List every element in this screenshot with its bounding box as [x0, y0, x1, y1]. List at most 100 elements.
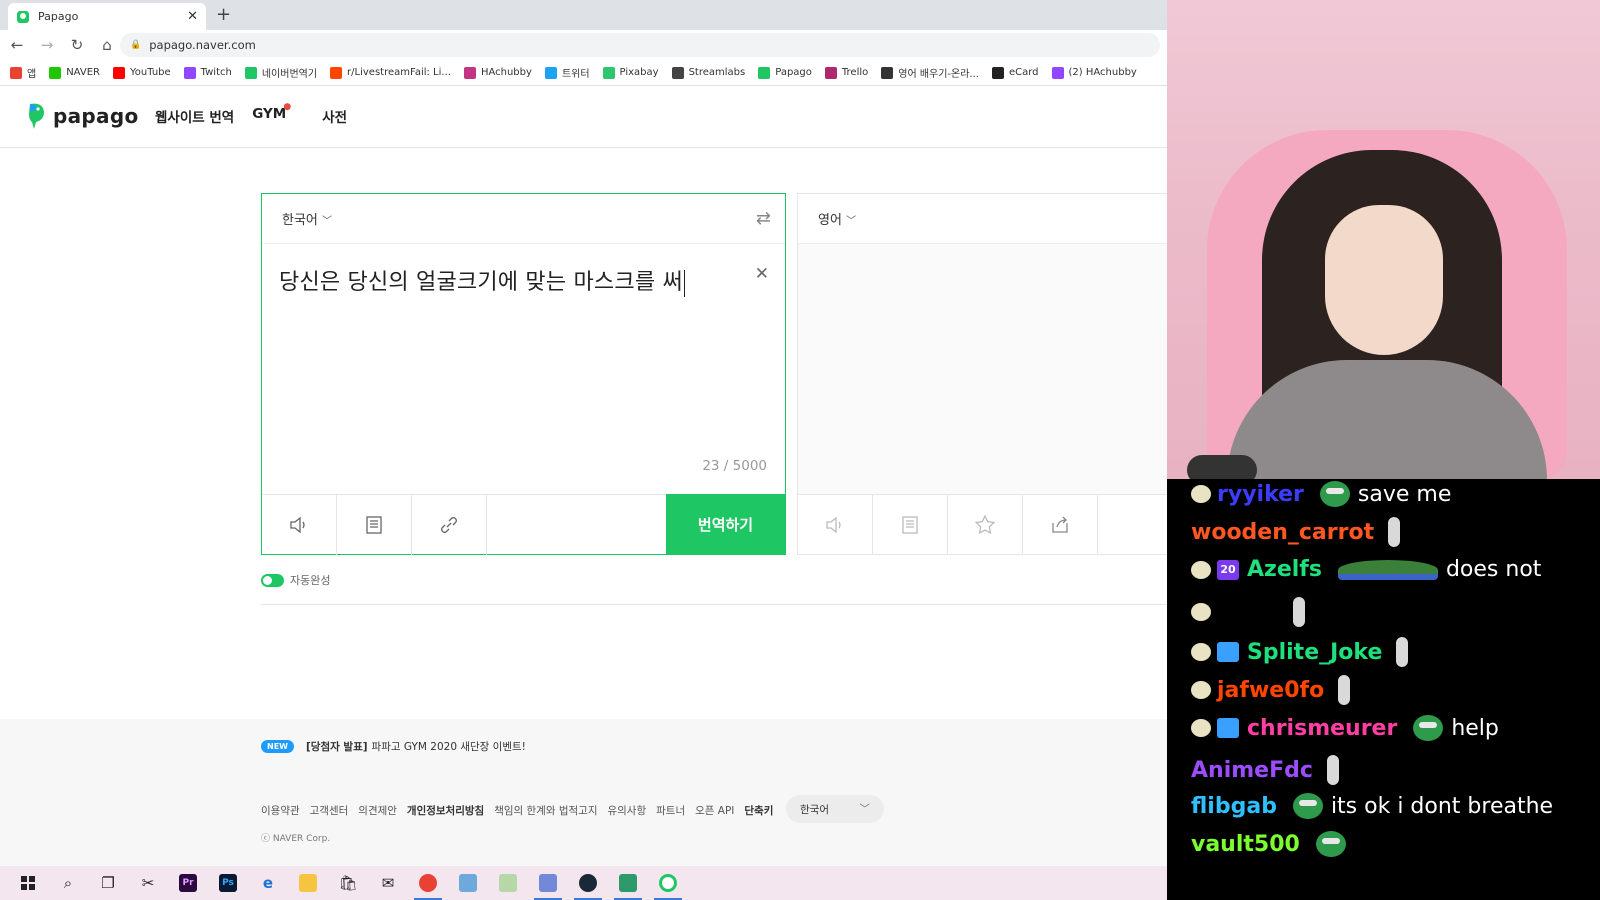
- chat-username[interactable]: chrismeurer: [1247, 716, 1397, 741]
- reload-icon[interactable]: ↻: [64, 36, 90, 54]
- store-icon[interactable]: 🛍: [328, 866, 368, 900]
- bookmark-item[interactable]: Streamlabs: [671, 66, 745, 79]
- translate-button[interactable]: 번역하기: [666, 494, 785, 554]
- bookmark-item[interactable]: HAchubby: [463, 66, 532, 79]
- search-icon[interactable]: ⌕: [48, 866, 88, 900]
- footer-link[interactable]: 유의사항: [607, 803, 646, 818]
- chat-username[interactable]: AnimeFdc: [1191, 758, 1313, 783]
- bookmark-item[interactable]: Twitch: [183, 66, 232, 79]
- favorite-button[interactable]: [948, 495, 1023, 555]
- bookmark-item[interactable]: 앱: [10, 65, 36, 80]
- tab-strip: Papago ✕ +: [0, 0, 1167, 30]
- photoshop-icon[interactable]: Ps: [208, 866, 248, 900]
- close-tab-icon[interactable]: ✕: [187, 9, 198, 24]
- mail-icon[interactable]: ✉: [368, 866, 408, 900]
- tab-papago[interactable]: Papago ✕: [8, 3, 206, 30]
- snip-tool-icon[interactable]: ✂: [128, 866, 168, 900]
- listen-source-button[interactable]: [262, 495, 337, 555]
- bookmark-favicon-icon: [1051, 66, 1064, 79]
- bookmark-label: 영어 배우기-온라...: [898, 69, 979, 80]
- bookmark-item[interactable]: 영어 배우기-온라...: [881, 65, 979, 80]
- bookmark-item[interactable]: (2) HAchubby: [1051, 66, 1137, 79]
- footer-link[interactable]: 의견제안: [358, 803, 397, 818]
- chrome-icon[interactable]: [408, 866, 448, 900]
- footer-link[interactable]: 단축키: [744, 803, 773, 818]
- chat-text: does not: [1445, 557, 1542, 582]
- swap-languages-icon[interactable]: ⇄: [756, 208, 771, 229]
- source-text-input[interactable]: 당신은 당신의 얼굴크기에 맞는 마스크를 써: [279, 264, 685, 297]
- papago-parrot-icon: [29, 103, 44, 129]
- steam-icon[interactable]: [568, 866, 608, 900]
- listen-target-button[interactable]: [798, 495, 873, 555]
- document-icon: [366, 516, 382, 534]
- handwriting-button[interactable]: [337, 495, 412, 555]
- bookmark-label: YouTube: [130, 67, 171, 78]
- bookmark-item[interactable]: eCard: [991, 66, 1039, 79]
- copy-button[interactable]: [873, 495, 948, 555]
- footer-link[interactable]: 이용약관: [261, 803, 300, 818]
- bookmark-item[interactable]: 트위터: [544, 65, 590, 80]
- moderator-badge-icon: [1191, 603, 1211, 621]
- footer-link[interactable]: 파트너: [656, 803, 685, 818]
- file-explorer-icon[interactable]: [288, 866, 328, 900]
- bookmark-favicon-icon: [881, 66, 894, 79]
- bookmark-favicon-icon: [671, 66, 684, 79]
- footer-link[interactable]: 오픈 API: [695, 803, 734, 818]
- footer-links: 이용약관 고객센터 의견제안 개인정보처리방침 책임의 한계와 법적고지 유의사항 파트너 오…: [261, 803, 783, 818]
- address-bar[interactable]: 🔒 papago.naver.com: [120, 33, 1160, 57]
- footer-language-select[interactable]: 한국어 ﹀: [786, 795, 884, 823]
- back-icon[interactable]: ←: [4, 36, 30, 54]
- moderator-badge-icon: [1191, 485, 1211, 503]
- chat-username[interactable]: vault500: [1191, 832, 1300, 857]
- home-icon[interactable]: ⌂: [94, 36, 120, 54]
- footer-link[interactable]: 책임의 한계와 법적고지: [494, 803, 597, 818]
- bookmark-item[interactable]: NAVER: [49, 66, 100, 79]
- chat-username[interactable]: ryyiker: [1217, 482, 1304, 507]
- share-button[interactable]: [1023, 495, 1098, 555]
- task-view-icon[interactable]: ❐: [88, 866, 128, 900]
- notice-title: [당첨자 발표]: [305, 740, 368, 753]
- footer-link[interactable]: 고객센터: [310, 803, 349, 818]
- edge-icon[interactable]: e: [248, 866, 288, 900]
- windows-start-icon[interactable]: [8, 866, 48, 900]
- bookmark-label: Pixabay: [619, 67, 659, 78]
- premiere-icon[interactable]: Pr: [168, 866, 208, 900]
- bookmark-item[interactable]: YouTube: [113, 66, 171, 79]
- chat-username[interactable]: Azelfs: [1247, 557, 1322, 582]
- browser-toolbar: ← → ↻ ⌂ 🔒 papago.naver.com: [0, 30, 1167, 60]
- source-language-select[interactable]: 한국어 ﹀: [282, 209, 332, 228]
- target-language-select[interactable]: 영어 ﹀: [818, 209, 856, 228]
- bookmark-item[interactable]: Papago: [758, 66, 812, 79]
- new-tab-icon[interactable]: +: [216, 4, 231, 25]
- nav-website-translate[interactable]: 웹사이트 번역: [155, 106, 234, 126]
- link-button[interactable]: [412, 495, 487, 555]
- bookmark-item[interactable]: Trello: [824, 66, 868, 79]
- chat-username[interactable]: jafwe0fo: [1217, 678, 1324, 703]
- discord-icon[interactable]: [528, 866, 568, 900]
- bookmark-item[interactable]: r/LivestreamFail: Li...: [330, 66, 451, 79]
- bookmark-label: 네이버번역기: [261, 69, 318, 80]
- chat-message: Splite_Joke: [1191, 637, 1409, 667]
- notice-text: 파파고 GYM 2020 새단장 이벤트!: [371, 740, 526, 753]
- chat-username[interactable]: flibgab: [1191, 794, 1277, 819]
- clear-text-icon[interactable]: ✕: [755, 264, 769, 284]
- footer-link[interactable]: 개인정보처리방침: [407, 803, 484, 818]
- ghost-emote-icon: [1338, 675, 1351, 705]
- papago-logo[interactable]: papago: [27, 102, 138, 130]
- game-app-icon[interactable]: [608, 866, 648, 900]
- bookmark-item[interactable]: Pixabay: [602, 66, 659, 79]
- paint-icon[interactable]: [488, 866, 528, 900]
- bookmark-item[interactable]: 네이버번역기: [244, 65, 318, 80]
- chat-username[interactable]: Splite_Joke: [1247, 640, 1382, 665]
- chat-username[interactable]: wooden_carrot: [1191, 520, 1374, 545]
- forward-icon[interactable]: →: [34, 36, 60, 54]
- notice-banner[interactable]: NEW [당첨자 발표] 파파고 GYM 2020 새단장 이벤트!: [0, 719, 1167, 773]
- obs-icon[interactable]: [648, 866, 688, 900]
- link-icon: [441, 517, 457, 533]
- chat-message: wooden_carrot: [1191, 517, 1401, 547]
- app-icon[interactable]: [448, 866, 488, 900]
- autocomplete-toggle[interactable]: 자동완성: [261, 572, 330, 588]
- nav-gym[interactable]: GYM ●: [252, 102, 304, 126]
- nav-dictionary[interactable]: 사전: [322, 106, 347, 126]
- toggle-switch[interactable]: [261, 573, 284, 587]
